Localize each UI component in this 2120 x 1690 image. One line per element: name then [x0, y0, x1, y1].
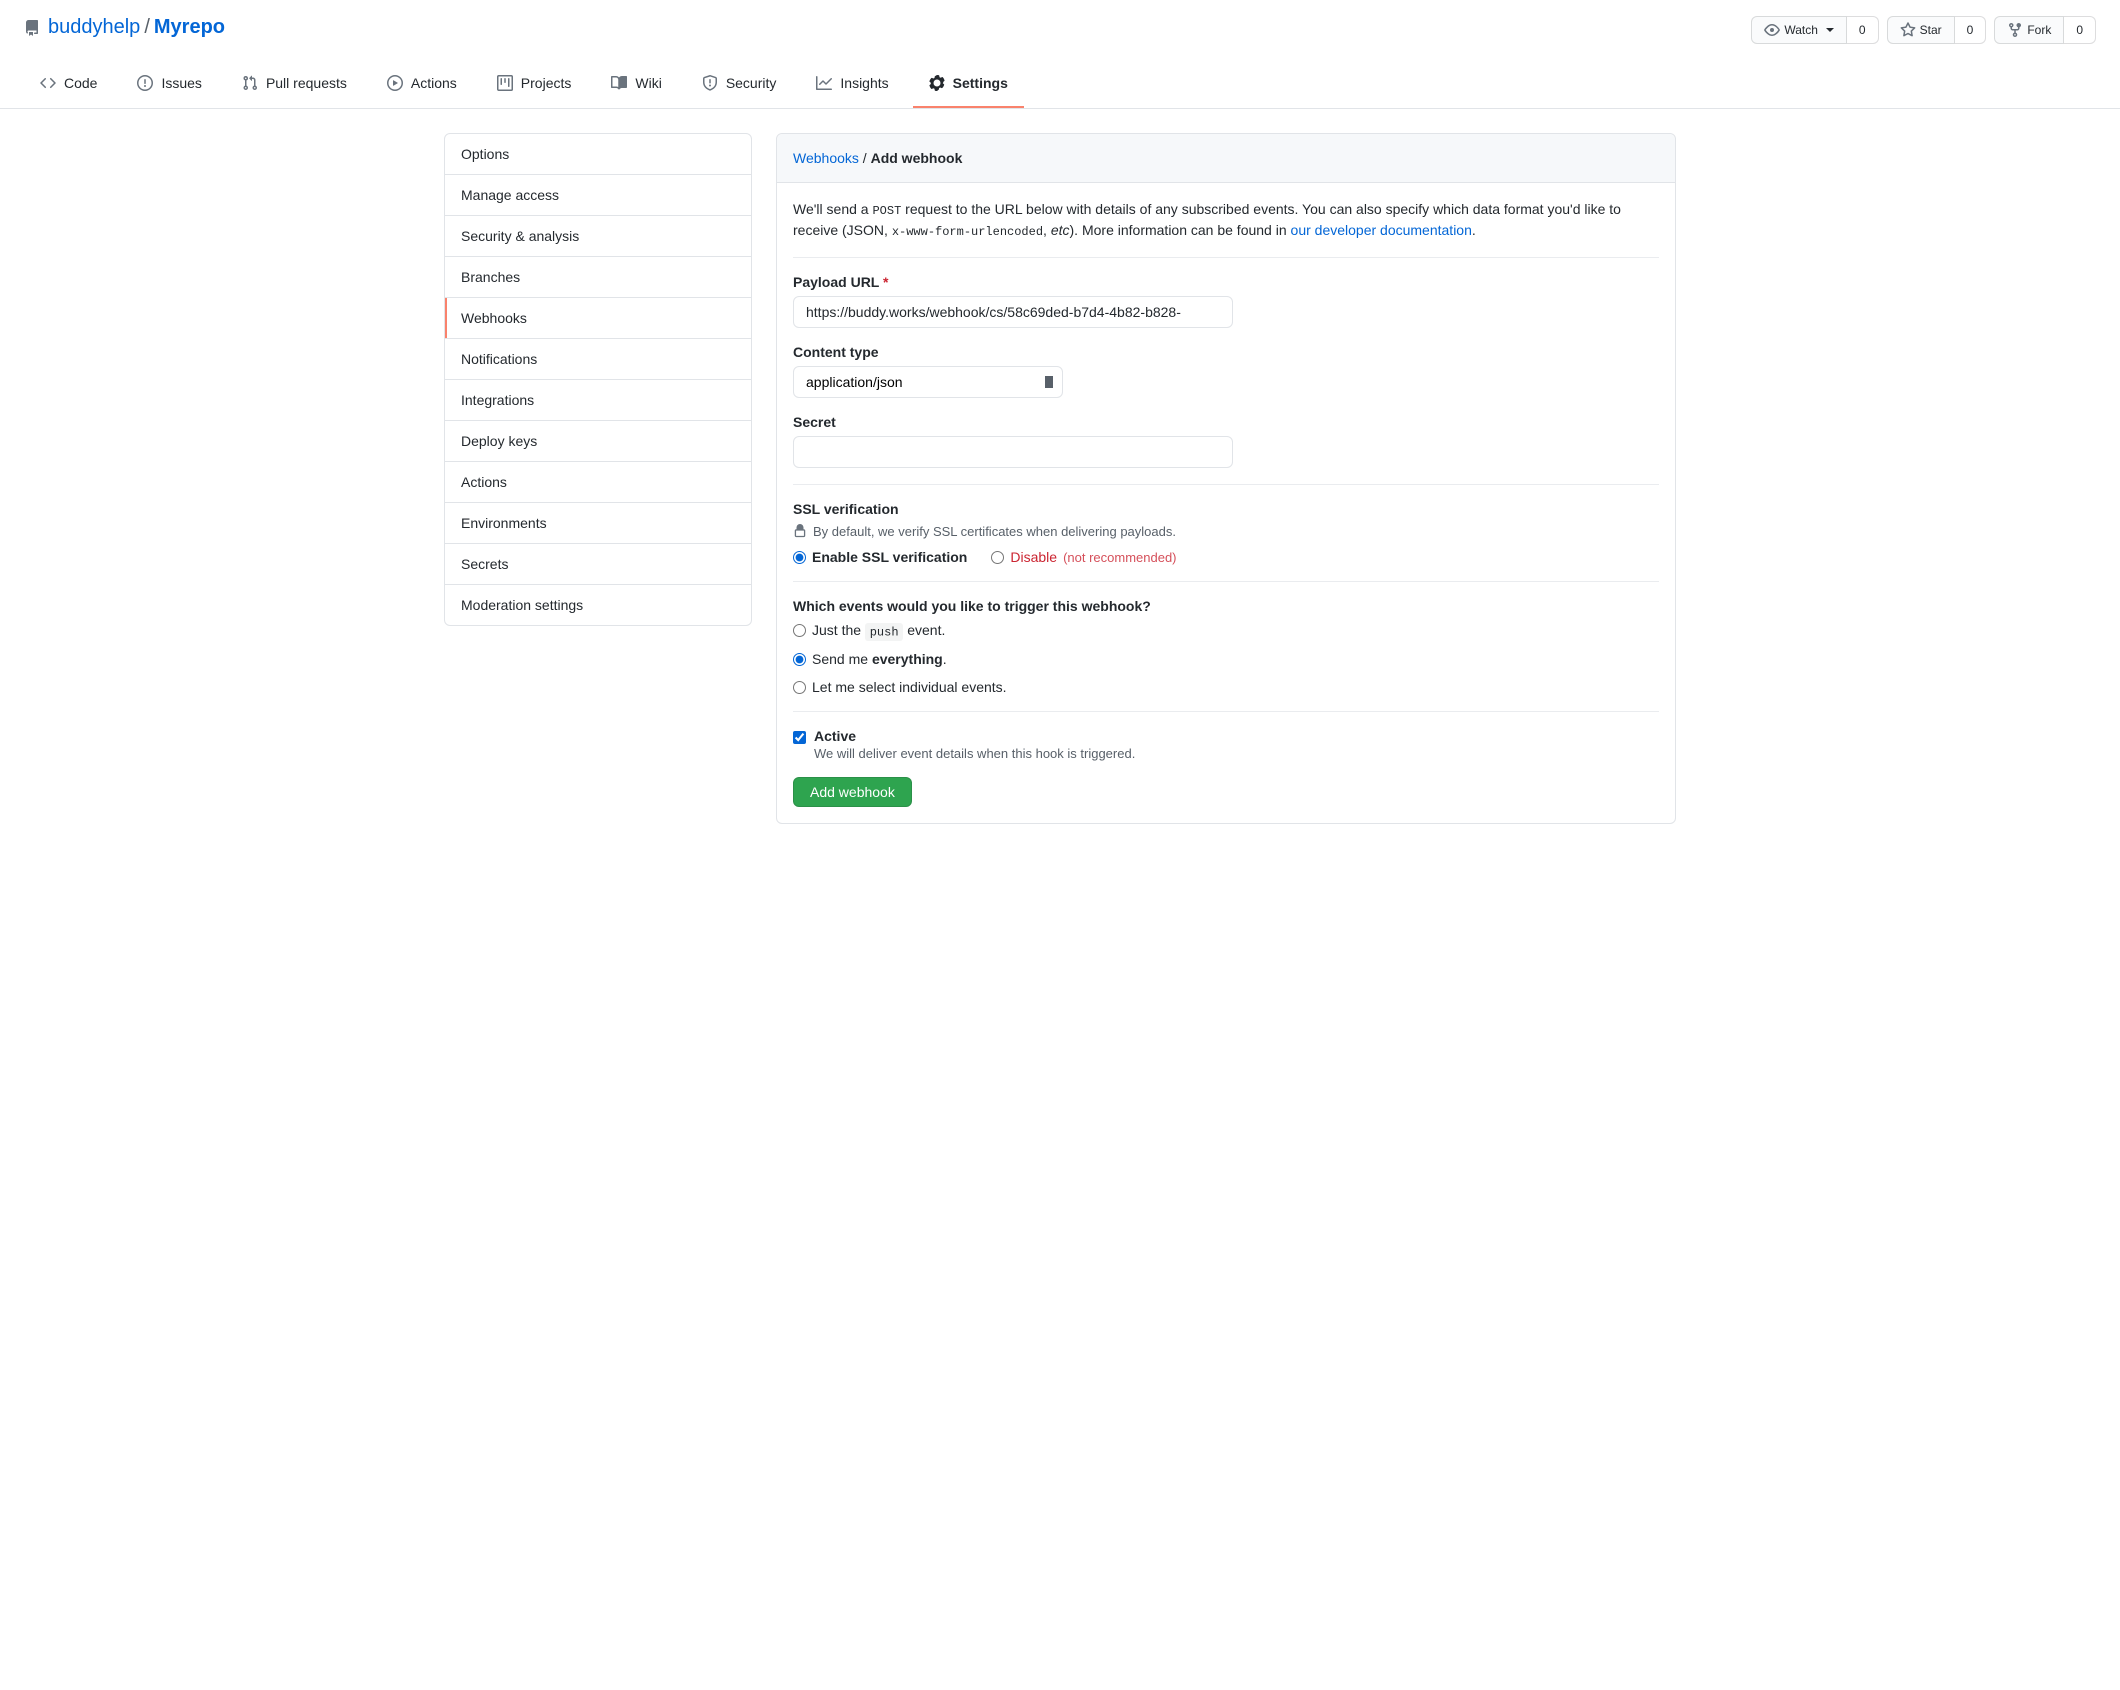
star-label: Star [1920, 20, 1942, 40]
ssl-enable-radio[interactable]: Enable SSL verification [793, 549, 967, 565]
secret-label: Secret [793, 414, 836, 430]
tab-issues[interactable]: Issues [121, 60, 217, 108]
pull-request-icon [242, 75, 258, 91]
sidebar-item-notifications[interactable]: Notifications [445, 339, 751, 380]
repo-title: buddyhelp / Myrepo [24, 16, 225, 39]
gear-icon [929, 75, 945, 91]
sidebar-item-security-analysis[interactable]: Security & analysis [445, 216, 751, 257]
tab-projects[interactable]: Projects [481, 60, 588, 108]
graph-icon [816, 75, 832, 91]
secret-input[interactable] [793, 436, 1233, 468]
tab-actions[interactable]: Actions [371, 60, 473, 108]
tab-pulls[interactable]: Pull requests [226, 60, 363, 108]
star-button[interactable]: Star [1887, 16, 1955, 44]
watch-label: Watch [1784, 20, 1818, 40]
payload-url-input[interactable] [793, 296, 1233, 328]
breadcrumb: Webhooks / Add webhook [777, 134, 1675, 183]
tab-insights[interactable]: Insights [800, 60, 904, 108]
project-icon [497, 75, 513, 91]
watch-button[interactable]: Watch [1751, 16, 1847, 44]
shield-icon [702, 75, 718, 91]
sidebar-item-options[interactable]: Options [445, 134, 751, 175]
repo-icon [24, 20, 40, 36]
lock-icon [793, 523, 807, 539]
star-count[interactable]: 0 [1955, 16, 1987, 44]
content-type-select[interactable]: application/json [793, 366, 1063, 398]
fork-button[interactable]: Fork [1994, 16, 2064, 44]
active-checkbox[interactable] [793, 731, 806, 744]
repo-separator: / [144, 16, 150, 39]
events-push-radio[interactable]: Just the push event. [793, 622, 1659, 639]
events-heading: Which events would you like to trigger t… [793, 598, 1659, 614]
issue-icon [137, 75, 153, 91]
sidebar-item-secrets[interactable]: Secrets [445, 544, 751, 585]
sidebar-item-environments[interactable]: Environments [445, 503, 751, 544]
ssl-disable-radio[interactable]: Disable (not recommended) [991, 549, 1176, 565]
active-label: Active [814, 728, 856, 744]
repo-owner-link[interactable]: buddyhelp [48, 16, 140, 39]
sidebar-item-moderation[interactable]: Moderation settings [445, 585, 751, 625]
eye-icon [1764, 22, 1780, 38]
tab-wiki[interactable]: Wiki [595, 60, 677, 108]
book-icon [611, 75, 627, 91]
payload-url-label: Payload URL * [793, 274, 888, 290]
breadcrumb-current: Add webhook [871, 150, 963, 166]
content-type-label: Content type [793, 344, 879, 360]
fork-count[interactable]: 0 [2064, 16, 2096, 44]
sidebar-item-integrations[interactable]: Integrations [445, 380, 751, 421]
active-desc: We will deliver event details when this … [814, 746, 1135, 761]
star-icon [1900, 22, 1916, 38]
fork-label: Fork [2027, 20, 2051, 40]
events-everything-radio[interactable]: Send me everything. [793, 651, 1659, 667]
code-icon [40, 75, 56, 91]
repo-name-link[interactable]: Myrepo [154, 16, 225, 39]
ssl-heading: SSL verification [793, 501, 1659, 517]
developer-docs-link[interactable]: our developer documentation [1291, 222, 1472, 238]
sidebar-item-manage-access[interactable]: Manage access [445, 175, 751, 216]
tab-security[interactable]: Security [686, 60, 793, 108]
tab-settings[interactable]: Settings [913, 60, 1024, 108]
repo-nav: Code Issues Pull requests Actions Projec… [24, 60, 2096, 108]
play-icon [387, 75, 403, 91]
sidebar-item-webhooks[interactable]: Webhooks [445, 298, 751, 339]
sidebar-item-branches[interactable]: Branches [445, 257, 751, 298]
ssl-note: By default, we verify SSL certificates w… [793, 523, 1659, 539]
breadcrumb-root-link[interactable]: Webhooks [793, 150, 859, 166]
add-webhook-button[interactable]: Add webhook [793, 777, 912, 807]
sidebar-item-actions[interactable]: Actions [445, 462, 751, 503]
tab-code[interactable]: Code [24, 60, 113, 108]
fork-icon [2007, 22, 2023, 38]
watch-count[interactable]: 0 [1847, 16, 1879, 44]
settings-sidebar: Options Manage access Security & analysi… [444, 133, 752, 626]
intro-text: We'll send a POST request to the URL bel… [793, 199, 1659, 258]
events-individual-radio[interactable]: Let me select individual events. [793, 679, 1659, 695]
caret-icon [1826, 28, 1834, 32]
sidebar-item-deploy-keys[interactable]: Deploy keys [445, 421, 751, 462]
select-caret-icon [1047, 379, 1053, 386]
